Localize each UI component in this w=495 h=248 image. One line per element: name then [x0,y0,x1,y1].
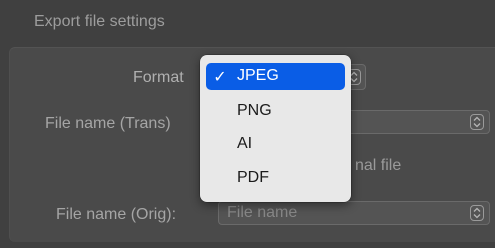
menu-item-label: PDF [237,169,269,186]
original-file-checkbox-label[interactable]: nal file [355,157,401,175]
file-name-orig-field[interactable]: File name [218,201,490,225]
menu-item-ai[interactable]: AI [206,131,345,158]
file-name-orig-stepper-icon[interactable] [470,205,484,221]
checkmark-icon: ✓ [213,69,227,86]
menu-item-png[interactable]: PNG [206,98,345,125]
menu-item-label: JPEG [237,67,279,84]
format-dropdown-menu: ✓ JPEG PNG AI PDF [200,55,351,202]
menu-item-label: PNG [237,102,272,119]
file-name-trans-label: File name (Trans) [45,115,171,132]
export-settings-panel: Export file settings Format File name (T… [0,0,495,248]
file-name-orig-input[interactable]: File name [227,204,297,222]
format-label: Format [133,69,184,86]
section-title: Export file settings [34,13,165,30]
menu-item-label: AI [237,135,253,152]
file-name-trans-stepper-icon[interactable] [470,114,484,130]
menu-item-jpeg[interactable]: ✓ JPEG [206,63,345,90]
file-name-orig-label: File name (Orig): [56,206,177,223]
menu-item-pdf[interactable]: PDF [206,165,345,192]
